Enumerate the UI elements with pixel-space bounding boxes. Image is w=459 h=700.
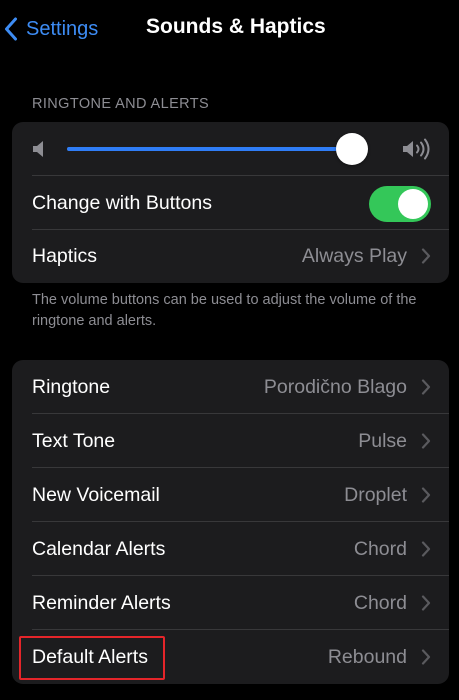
default-alerts-row[interactable]: Default Alerts Rebound [12,630,449,684]
volume-buttons-note: The volume buttons can be used to adjust… [32,292,417,329]
reminder-alerts-label: Reminder Alerts [32,592,171,614]
change-with-buttons-row: Change with Buttons [12,176,449,230]
new-voicemail-value: Droplet [344,484,407,506]
speaker-high-icon [403,138,430,160]
reminder-alerts-value: Chord [353,592,407,614]
toggle-knob [398,189,428,219]
text-tone-label: Text Tone [32,430,116,452]
text-tone-row[interactable]: Text Tone Pulse [12,414,449,468]
page-title: Sounds & Haptics [146,15,326,38]
chevron-right-icon [421,379,431,395]
volume-slider[interactable] [67,133,368,165]
calendar-alerts-row[interactable]: Calendar Alerts Chord [12,522,449,576]
calendar-alerts-label: Calendar Alerts [32,538,166,560]
chevron-right-icon [421,487,431,503]
volume-slider-fill [67,147,352,151]
change-with-buttons-toggle[interactable] [369,186,431,222]
change-with-buttons-label: Change with Buttons [32,192,212,214]
new-voicemail-row[interactable]: New Voicemail Droplet [12,468,449,522]
section-header-ringtone-alerts: RINGTONE AND ALERTS [32,96,210,112]
speaker-low-icon [33,141,43,157]
default-alerts-label: Default Alerts [32,646,148,668]
default-alerts-value: Rebound [327,646,407,668]
chevron-right-icon [421,541,431,557]
new-voicemail-label: New Voicemail [32,484,160,506]
sounds-haptics-screen: Settings Sounds & Haptics RINGTONE AND A… [0,0,459,700]
volume-row [12,122,449,176]
chevron-right-icon [421,595,431,611]
calendar-alerts-value: Chord [353,538,407,560]
reminder-alerts-row[interactable]: Reminder Alerts Chord [12,576,449,630]
ringtone-label: Ringtone [32,376,111,398]
back-button[interactable]: Settings [4,14,98,44]
haptics-row[interactable]: Haptics Always Play [12,229,449,283]
haptics-value: Always Play [301,245,407,267]
chevron-left-icon [5,17,17,41]
back-button-label: Settings [26,17,99,40]
chevron-right-icon [421,649,431,665]
sounds-group: Ringtone Porodično Blago Text Tone Pulse… [12,360,449,684]
ringtone-value: Porodično Blago [263,376,407,398]
chevron-right-icon [421,433,431,449]
haptics-label: Haptics [32,245,98,267]
ringtone-alerts-group: Change with Buttons Haptics Always Play [12,122,449,283]
chevron-right-icon [421,248,431,264]
volume-slider-thumb[interactable] [336,133,368,165]
ringtone-row[interactable]: Ringtone Porodično Blago [12,360,449,414]
navigation-bar: Settings Sounds & Haptics [0,0,459,58]
text-tone-value: Pulse [358,430,407,452]
